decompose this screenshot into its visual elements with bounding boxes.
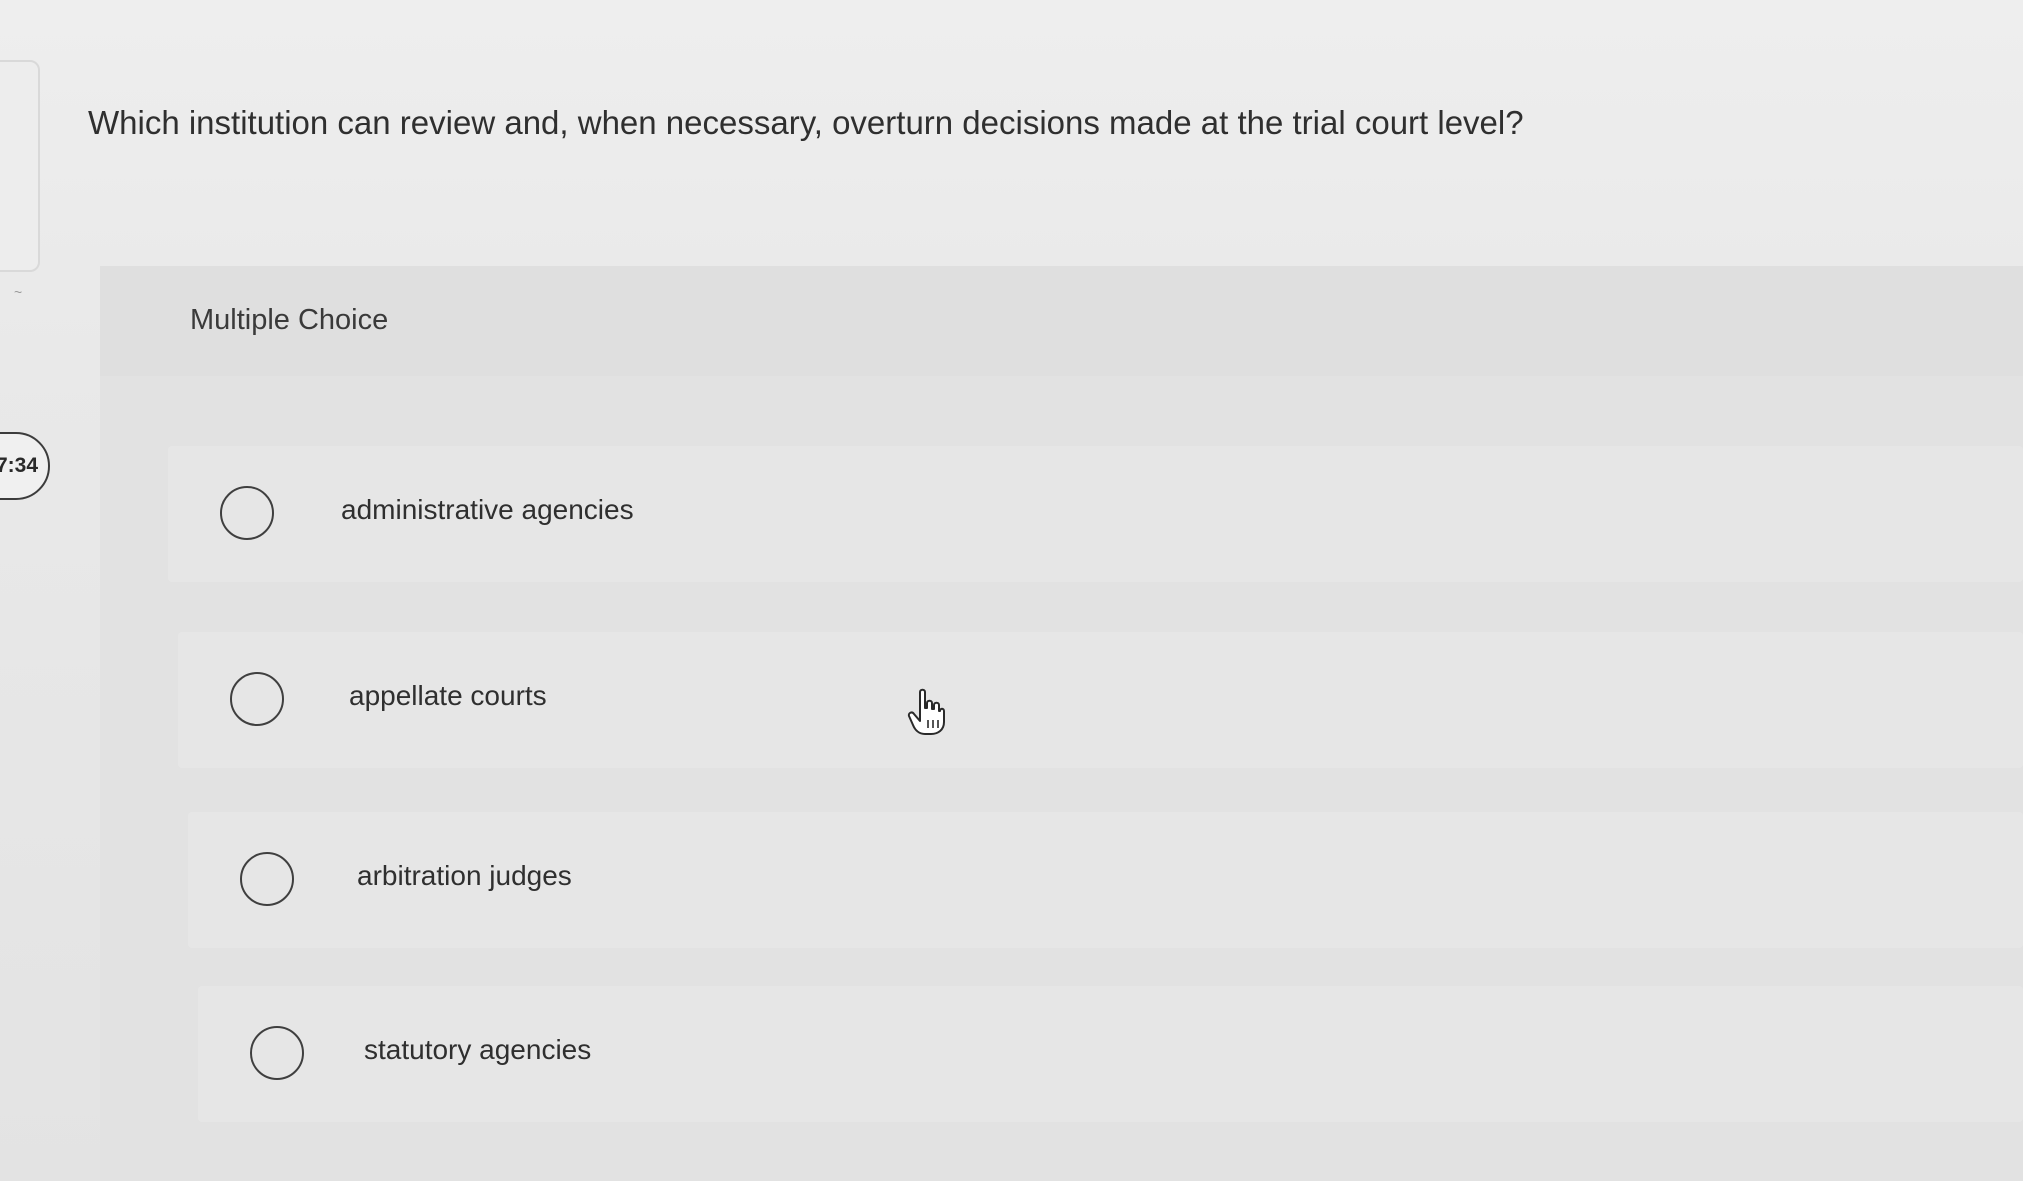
timer-text: 7:34	[0, 454, 38, 477]
radio-button-icon[interactable]	[220, 486, 274, 540]
radio-button-icon[interactable]	[240, 852, 294, 906]
answer-option-appellate-courts[interactable]: appellate courts	[178, 632, 2023, 768]
answer-option-label: appellate courts	[349, 680, 547, 711]
answer-option-label: administrative agencies	[341, 494, 634, 525]
radio-button-icon[interactable]	[230, 672, 284, 726]
answer-option-statutory-agencies[interactable]: statutory agencies	[198, 986, 2023, 1122]
question-type-label: Multiple Choice	[190, 304, 389, 336]
hand-pointer-icon	[907, 688, 945, 735]
answer-option-arbitration-judges[interactable]: arbitration judges	[188, 812, 2023, 948]
question-prompt: Which institution can review and, when n…	[88, 104, 1524, 141]
answer-option-label: statutory agencies	[364, 1034, 592, 1065]
answer-option-administrative-agencies[interactable]: administrative agencies	[168, 446, 2023, 582]
answer-option-label: arbitration judges	[357, 860, 572, 891]
left-side-tab[interactable]	[0, 60, 40, 272]
left-side-mark: ~	[14, 284, 23, 300]
timer-badge: 7:34	[0, 432, 50, 500]
multiple-choice-panel: Multiple Choice administrative agencies …	[100, 266, 2023, 1181]
radio-button-icon[interactable]	[250, 1026, 304, 1080]
question-type-header: Multiple Choice	[100, 266, 2023, 376]
